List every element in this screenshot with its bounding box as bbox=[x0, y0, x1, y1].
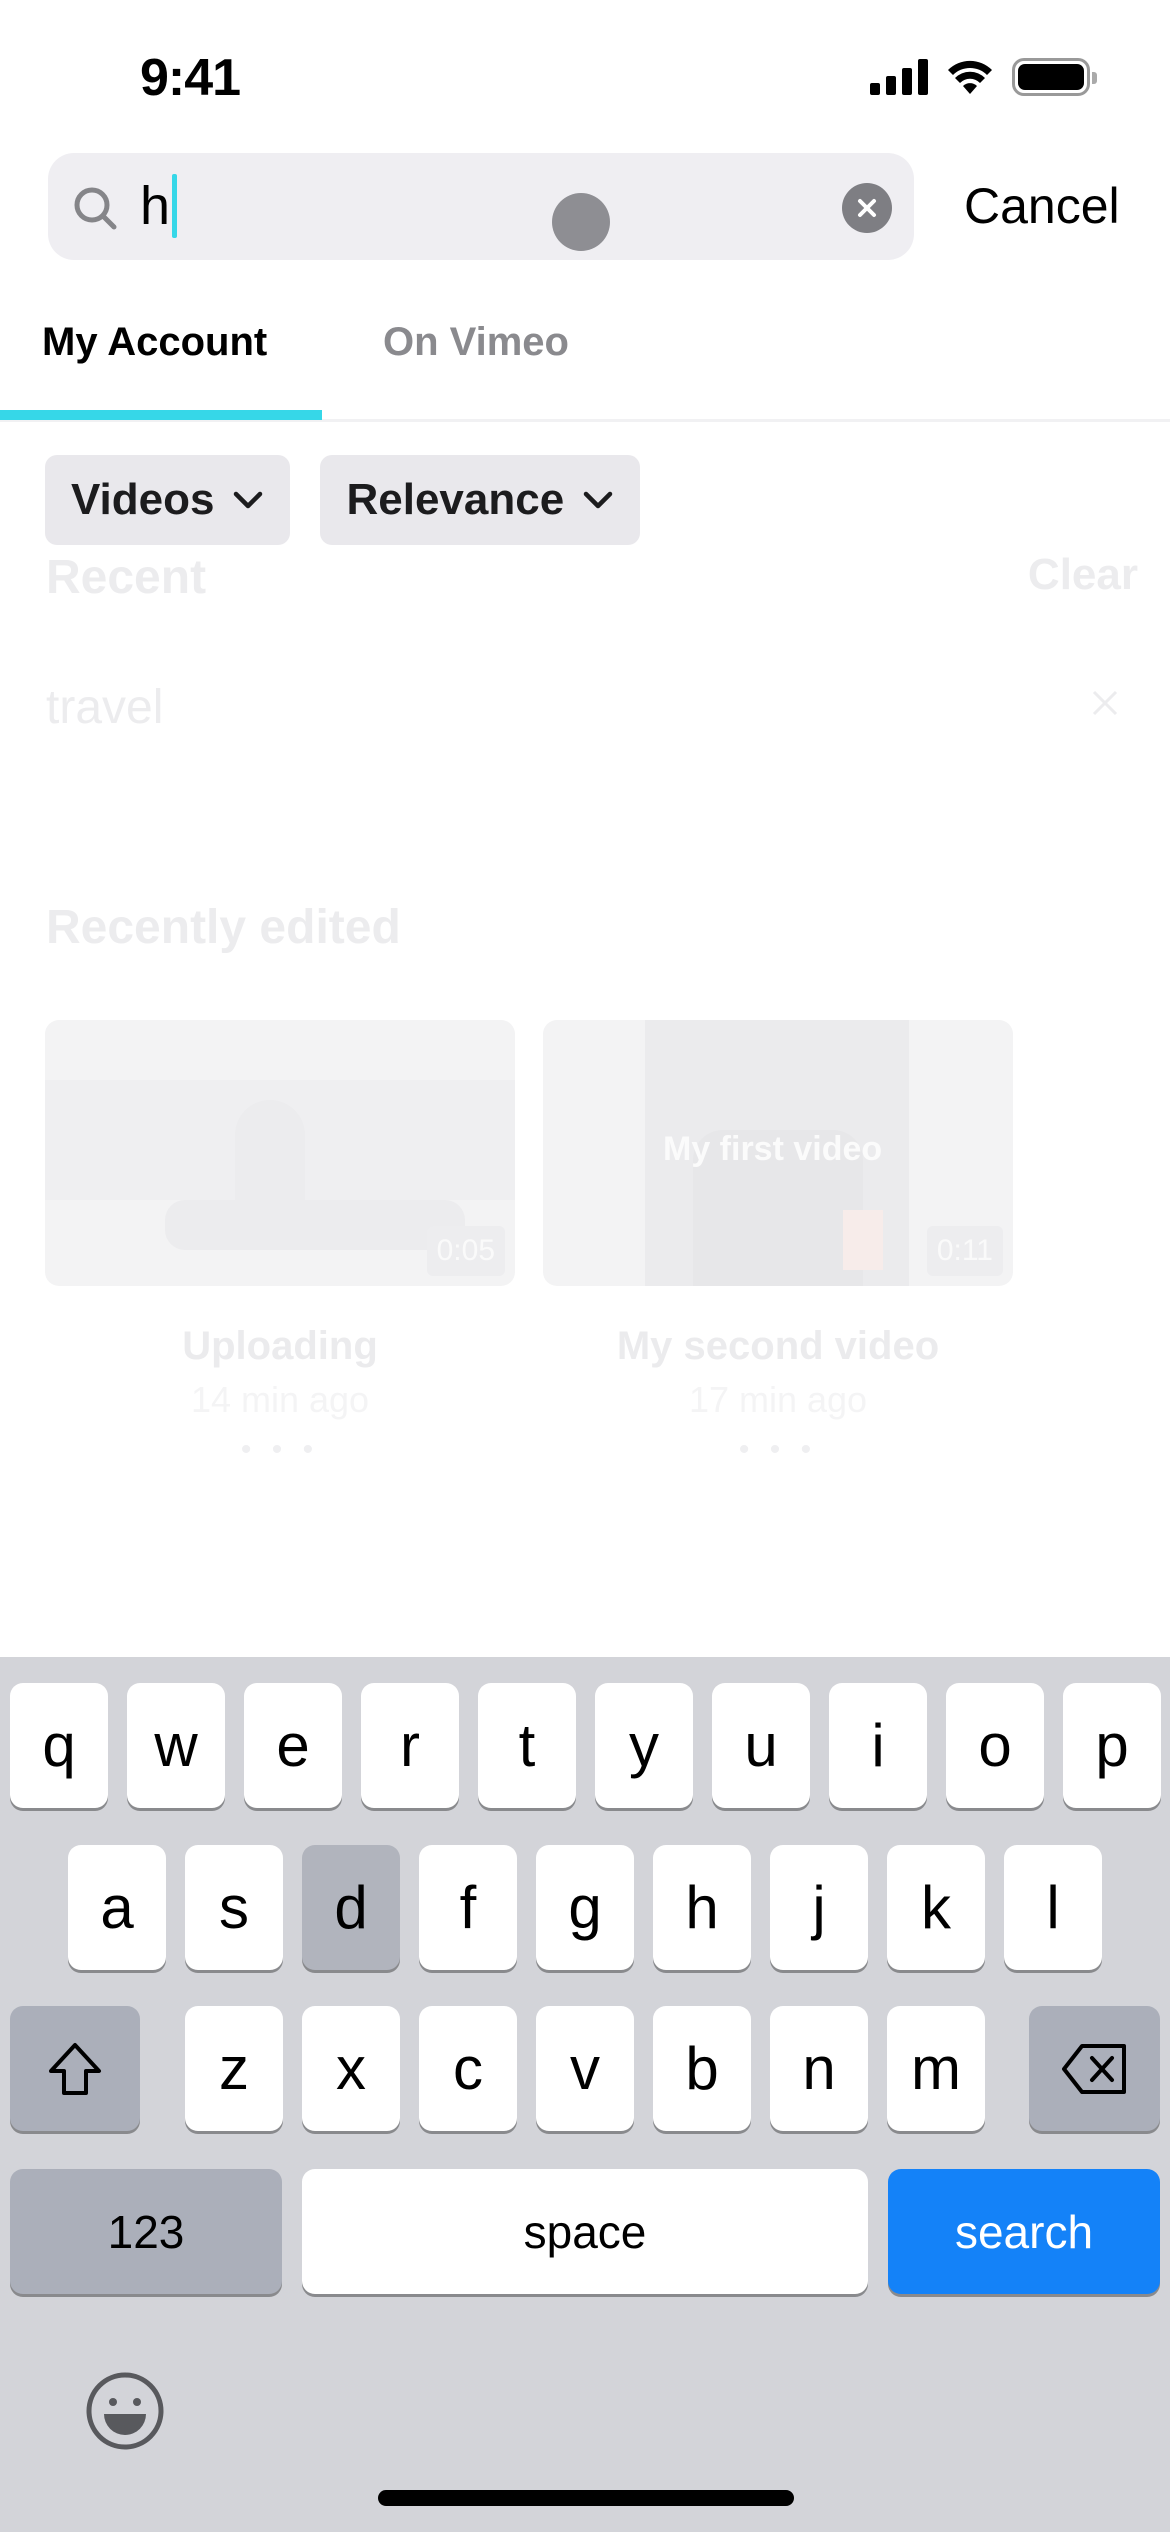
space-key[interactable]: space bbox=[302, 2169, 868, 2294]
video-timestamp: 17 min ago bbox=[688, 1379, 868, 1420]
more-options-icon[interactable]: • • • bbox=[45, 1433, 515, 1467]
chevron-down-icon bbox=[234, 491, 263, 509]
recent-section-title: Recent bbox=[46, 551, 207, 604]
shift-key[interactable] bbox=[10, 2006, 140, 2131]
recent-search-item[interactable]: travel bbox=[46, 680, 163, 735]
key-l[interactable]: l bbox=[1004, 1845, 1102, 1970]
filter-sort-dropdown[interactable]: Relevance bbox=[320, 455, 641, 545]
emoji-icon[interactable] bbox=[84, 2370, 166, 2452]
tab-my-account[interactable]: My Account bbox=[42, 320, 267, 365]
search-row: h Cancel bbox=[48, 153, 1128, 260]
filter-type-label: Videos bbox=[71, 475, 215, 524]
search-field[interactable]: h bbox=[48, 153, 914, 260]
key-p[interactable]: p bbox=[1063, 1683, 1161, 1808]
key-c[interactable]: c bbox=[419, 2006, 517, 2131]
video-title: My second video bbox=[616, 1324, 940, 1368]
cancel-button[interactable]: Cancel bbox=[964, 173, 1120, 239]
search-input[interactable]: h bbox=[140, 173, 178, 239]
video-timestamp: 14 min ago bbox=[190, 1379, 370, 1420]
clear-circle-icon bbox=[858, 199, 876, 217]
key-m[interactable]: m bbox=[887, 2006, 985, 2131]
search-input-value: h bbox=[140, 176, 171, 236]
key-n[interactable]: n bbox=[770, 2006, 868, 2131]
key-v[interactable]: v bbox=[536, 2006, 634, 2131]
active-tab-indicator bbox=[0, 410, 322, 420]
status-icons bbox=[870, 58, 1097, 96]
key-f[interactable]: f bbox=[419, 1845, 517, 1970]
touch-indicator bbox=[552, 193, 610, 251]
key-o[interactable]: o bbox=[946, 1683, 1044, 1808]
key-h[interactable]: h bbox=[653, 1845, 751, 1970]
key-x[interactable]: x bbox=[302, 2006, 400, 2131]
clear-search-button[interactable] bbox=[842, 183, 892, 233]
recently-edited-title: Recently edited bbox=[46, 901, 401, 954]
chevron-down-icon bbox=[583, 491, 613, 509]
key-t[interactable]: t bbox=[478, 1683, 576, 1808]
numbers-key[interactable]: 123 bbox=[10, 2169, 282, 2294]
close-icon[interactable] bbox=[1090, 688, 1120, 718]
shift-icon bbox=[49, 2042, 101, 2095]
search-key[interactable]: search bbox=[888, 2169, 1160, 2294]
video-thumbnail[interactable]: My first video 0:11 bbox=[543, 1020, 1013, 1286]
key-u[interactable]: u bbox=[712, 1683, 810, 1808]
more-options-icon[interactable]: • • • bbox=[543, 1433, 1013, 1467]
filter-sort-label: Relevance bbox=[346, 475, 565, 524]
video-title: Uploading bbox=[182, 1324, 378, 1368]
thumbnail-overlay-text: My first video bbox=[663, 1130, 883, 1168]
filter-type-dropdown[interactable]: Videos bbox=[45, 455, 291, 545]
status-time: 9:41 bbox=[140, 49, 241, 107]
video-thumbnail[interactable]: 0:05 bbox=[45, 1020, 515, 1286]
key-b[interactable]: b bbox=[653, 2006, 751, 2131]
search-icon bbox=[74, 187, 117, 230]
backspace-icon bbox=[1061, 2043, 1126, 2094]
key-r[interactable]: r bbox=[361, 1683, 459, 1808]
video-duration: 0:05 bbox=[426, 1226, 505, 1276]
text-caret bbox=[172, 174, 178, 238]
key-s[interactable]: s bbox=[185, 1845, 283, 1970]
clear-recent-button[interactable]: Clear bbox=[1028, 550, 1138, 600]
key-g[interactable]: g bbox=[536, 1845, 634, 1970]
wifi-icon bbox=[948, 60, 992, 94]
battery-icon bbox=[1012, 58, 1097, 96]
key-e[interactable]: e bbox=[244, 1683, 342, 1808]
search-scope-tabs: My Account On Vimeo bbox=[0, 300, 1170, 422]
key-z[interactable]: z bbox=[185, 2006, 283, 2131]
key-q[interactable]: q bbox=[10, 1683, 108, 1808]
cellular-signal-icon bbox=[870, 59, 928, 95]
key-k[interactable]: k bbox=[887, 1845, 985, 1970]
key-a[interactable]: a bbox=[68, 1845, 166, 1970]
filter-chips: Videos Relevance bbox=[45, 455, 641, 545]
video-card[interactable]: 0:05 Uploading 14 min ago • • • bbox=[45, 1020, 515, 1467]
video-duration: 0:11 bbox=[926, 1226, 1003, 1276]
backspace-key[interactable] bbox=[1029, 2006, 1160, 2131]
key-w[interactable]: w bbox=[127, 1683, 225, 1808]
status-bar: 9:41 bbox=[0, 0, 1170, 150]
key-i[interactable]: i bbox=[829, 1683, 927, 1808]
video-card[interactable]: My first video 0:11 My second video 17 m… bbox=[543, 1020, 1013, 1467]
tab-on-vimeo[interactable]: On Vimeo bbox=[383, 320, 569, 365]
key-j[interactable]: j bbox=[770, 1845, 868, 1970]
home-indicator bbox=[378, 2490, 794, 2506]
key-y[interactable]: y bbox=[595, 1683, 693, 1808]
key-d[interactable]: d bbox=[302, 1845, 400, 1970]
